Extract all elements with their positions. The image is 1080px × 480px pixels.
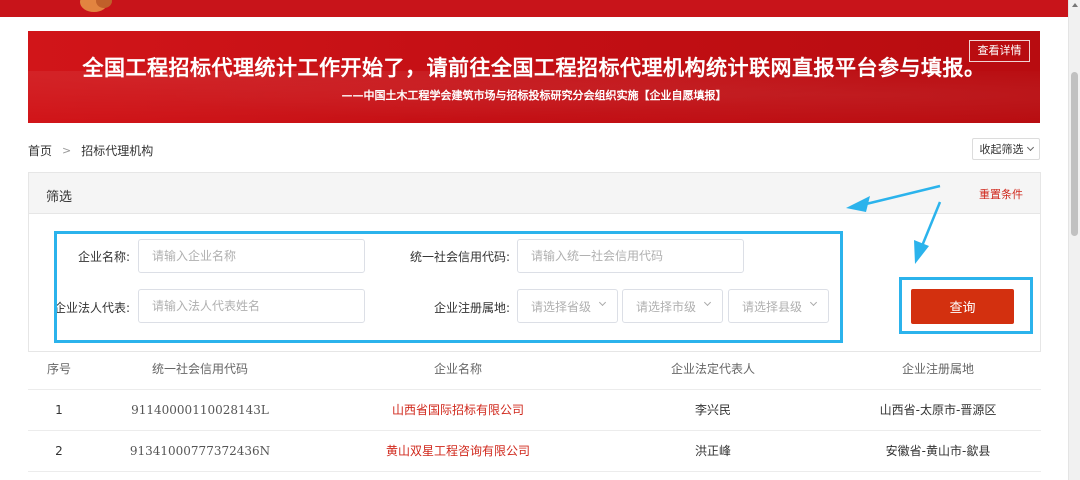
breadcrumb-current: 招标代理机构 xyxy=(81,144,154,158)
county-select[interactable]: 请选择县级 xyxy=(728,289,829,323)
row-credit-code: 91140000110028143L xyxy=(131,403,269,417)
results-table: 序号 统一社会信用代码 企业名称 企业法定代表人 企业注册属地 1 911400… xyxy=(28,349,1041,472)
scroll-up-arrow-icon[interactable] xyxy=(1072,3,1078,7)
company-name-input[interactable] xyxy=(138,239,365,273)
location-label: 企业注册属地: xyxy=(433,301,510,315)
breadcrumb: 首页 > 招标代理机构 xyxy=(28,142,153,159)
city-select[interactable]: 请选择市级 xyxy=(622,289,723,323)
province-placeholder: 请选择省级 xyxy=(531,299,592,314)
table-row: 2 91341000777372436N 黄山双星工程咨询有限公司 洪正峰 安徽… xyxy=(28,431,1041,472)
notice-banner[interactable]: 全国工程招标代理统计工作开始了，请前往全国工程招标代理机构统计联网直报平台参与填… xyxy=(28,31,1040,123)
legal-rep-input[interactable] xyxy=(138,289,365,323)
page-scrollbar[interactable] xyxy=(1068,0,1080,480)
table-row: 1 91140000110028143L 山西省国际招标有限公司 李兴民 山西省… xyxy=(28,390,1041,431)
province-select[interactable]: 请选择省级 xyxy=(517,289,618,323)
filter-title: 筛选 xyxy=(46,190,73,205)
credit-code-label: 统一社会信用代码: xyxy=(409,250,510,264)
breadcrumb-home-link[interactable]: 首页 xyxy=(28,142,52,159)
collapse-filter-label: 收起筛选 xyxy=(979,143,1024,156)
company-name-label: 企业名称: xyxy=(77,250,130,264)
row-index: 1 xyxy=(55,403,63,417)
row-legal-rep: 洪正峰 xyxy=(694,444,731,458)
reset-filters-link[interactable]: 重置条件 xyxy=(979,186,1023,202)
chevron-right-icon: > xyxy=(62,144,72,157)
filter-header: 筛选 重置条件 xyxy=(29,173,1040,214)
banner-headline: 全国工程招标代理统计工作开始了，请前往全国工程招标代理机构统计联网直报平台参与填… xyxy=(82,55,986,80)
county-placeholder: 请选择县级 xyxy=(742,299,803,314)
chevron-down-icon xyxy=(598,298,607,307)
row-company-link[interactable]: 黄山双星工程咨询有限公司 xyxy=(358,431,558,472)
chevron-down-icon xyxy=(1026,143,1034,152)
view-details-button[interactable]: 查看详情 xyxy=(969,40,1030,62)
banner-subline: ——中国土木工程学会建筑市场与招标投标研究分会组织实施【企业自愿填报】 xyxy=(341,89,727,102)
city-placeholder: 请选择市级 xyxy=(636,299,697,314)
header-legal-rep: 企业法定代表人 xyxy=(670,362,755,376)
credit-code-input[interactable] xyxy=(517,239,744,273)
header-index: 序号 xyxy=(46,362,71,376)
top-header-strip xyxy=(0,0,1068,17)
header-credit-code: 统一社会信用代码 xyxy=(151,362,248,376)
legal-rep-label: 企业法人代表: xyxy=(53,301,130,315)
chevron-down-icon xyxy=(703,298,712,307)
chevron-down-icon xyxy=(809,298,818,307)
header-company-name: 企业名称 xyxy=(433,362,482,376)
row-location: 安徽省-黄山市-歙县 xyxy=(885,444,991,458)
row-location: 山西省-太原市-晋源区 xyxy=(879,403,997,417)
table-header-row: 序号 统一社会信用代码 企业名称 企业法定代表人 企业注册属地 xyxy=(28,349,1041,390)
header-location: 企业注册属地 xyxy=(901,362,974,376)
query-button[interactable]: 查询 xyxy=(911,289,1014,324)
row-company-link[interactable]: 山西省国际招标有限公司 xyxy=(358,390,558,431)
row-legal-rep: 李兴民 xyxy=(694,403,731,417)
scrollbar-thumb[interactable] xyxy=(1071,72,1078,236)
row-index: 2 xyxy=(55,444,63,458)
row-credit-code: 91341000777372436N xyxy=(129,444,271,458)
collapse-filter-button[interactable]: 收起筛选 xyxy=(972,138,1040,160)
